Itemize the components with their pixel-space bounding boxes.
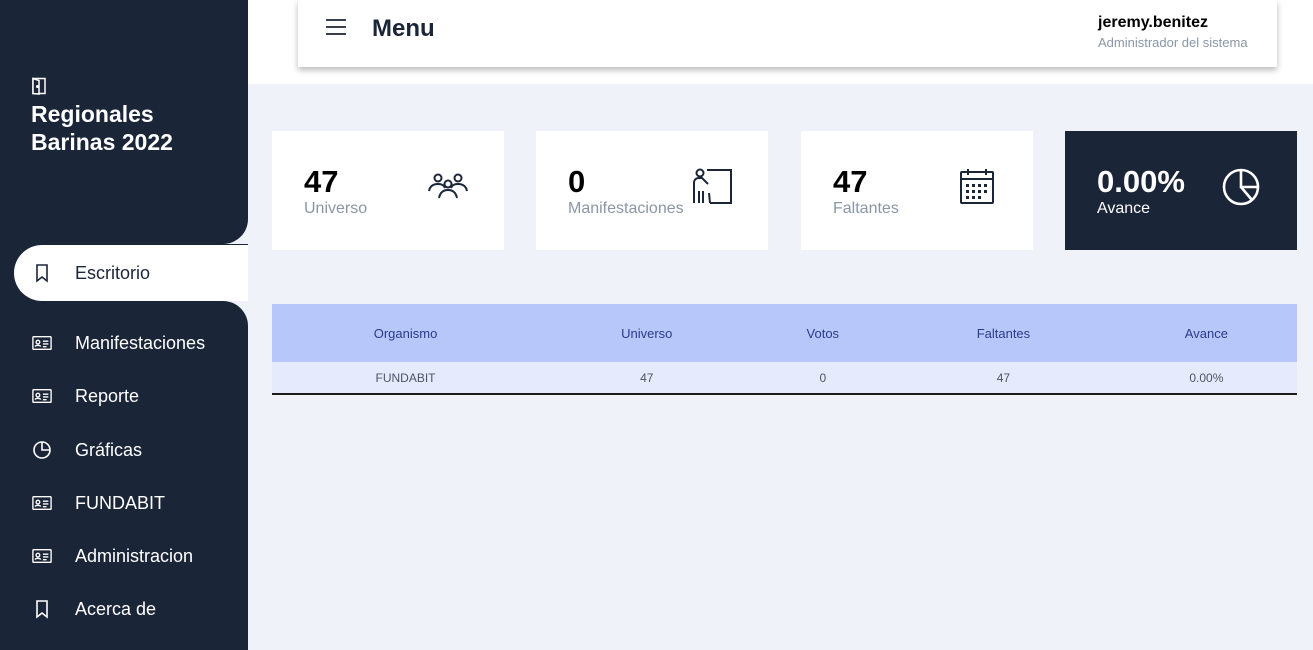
table-cell: 0 bbox=[754, 362, 892, 395]
door-open-icon bbox=[32, 77, 46, 95]
stat-label: Universo bbox=[304, 200, 368, 217]
stat-value: 0 bbox=[568, 164, 586, 199]
sidebar-item-administracion[interactable]: Administracion bbox=[14, 528, 248, 584]
stat-label: Avance bbox=[1097, 200, 1151, 217]
column-header-votos[interactable]: Votos bbox=[754, 304, 892, 362]
pie-chart-icon bbox=[31, 440, 53, 460]
user-info[interactable]: jeremy.benitez Administrador del sistema bbox=[1098, 14, 1248, 50]
sidebar-item-label: Acerca de bbox=[75, 598, 157, 619]
user-role: Administrador del sistema bbox=[1098, 35, 1248, 50]
pie-chart-icon bbox=[1222, 168, 1260, 206]
calendar-icon bbox=[960, 169, 994, 204]
people-icon bbox=[428, 173, 468, 199]
id-card-icon bbox=[31, 493, 53, 513]
sidebar-item-label: FUNDABIT bbox=[75, 492, 165, 513]
sidebar-item-acerca-de[interactable]: Acerca de bbox=[14, 581, 248, 637]
column-header-organismo[interactable]: Organismo bbox=[272, 304, 540, 362]
id-card-icon bbox=[31, 386, 53, 406]
organismos-table: Organismo Universo Votos Faltantes Avanc… bbox=[272, 304, 1297, 395]
bookmark-icon bbox=[31, 263, 53, 283]
sidebar-item-reporte[interactable]: Reporte bbox=[14, 368, 248, 424]
sidebar-item-label: Administracion bbox=[75, 545, 194, 566]
sidebar-item-label: Gráficas bbox=[75, 439, 143, 460]
table-cell: 47 bbox=[891, 362, 1116, 395]
stat-label: Faltantes bbox=[833, 200, 899, 217]
sidebar-item-label: Reporte bbox=[75, 385, 140, 406]
column-header-universo[interactable]: Universo bbox=[539, 304, 755, 362]
sidebar-item-manifestaciones[interactable]: Manifestaciones bbox=[14, 315, 248, 371]
stat-card-manifestaciones: 0 Manifestaciones bbox=[536, 131, 768, 250]
table-cell: 47 bbox=[539, 362, 755, 395]
sidebar-item-label: Escritorio bbox=[75, 262, 151, 283]
column-header-faltantes[interactable]: Faltantes bbox=[891, 304, 1116, 362]
column-header-avance[interactable]: Avance bbox=[1115, 304, 1297, 362]
table-header-row: Organismo Universo Votos Faltantes Avanc… bbox=[272, 304, 1297, 362]
id-card-icon bbox=[31, 333, 53, 353]
table-cell: 0.00% bbox=[1115, 362, 1297, 395]
stat-card-faltantes: 47 Faltantes bbox=[801, 131, 1033, 250]
stat-value: 47 bbox=[304, 164, 339, 199]
stat-value: 47 bbox=[833, 164, 868, 199]
brand-title: Regionales Barinas 2022 bbox=[31, 101, 173, 155]
table-row: FUNDABIT 47 0 47 0.00% bbox=[272, 362, 1297, 395]
id-card-icon bbox=[31, 546, 53, 566]
stat-label: Manifestaciones bbox=[568, 200, 684, 217]
stat-value: 0.00% bbox=[1097, 164, 1185, 199]
sidebar-curve-top bbox=[223, 218, 248, 244]
hamburger-menu-icon[interactable] bbox=[325, 17, 347, 37]
bookmark-icon bbox=[31, 599, 53, 619]
sidebar-item-fundabit[interactable]: FUNDABIT bbox=[14, 475, 248, 531]
stat-card-universo: 47 Universo bbox=[272, 131, 504, 250]
sidebar-item-label: Manifestaciones bbox=[75, 332, 206, 353]
sidebar-item-graficas[interactable]: Gráficas bbox=[14, 422, 248, 478]
presenter-board-icon bbox=[693, 168, 732, 204]
sidebar-item-escritorio[interactable]: Escritorio bbox=[14, 245, 248, 301]
stat-card-avance: 0.00% Avance bbox=[1065, 131, 1297, 250]
table-cell: FUNDABIT bbox=[272, 362, 540, 395]
page-title: Menu bbox=[372, 15, 435, 42]
user-name: jeremy.benitez bbox=[1098, 14, 1208, 31]
sidebar: Regionales Barinas 2022 Escritorio Manif… bbox=[0, 0, 248, 650]
brand: Regionales Barinas 2022 bbox=[31, 77, 231, 156]
